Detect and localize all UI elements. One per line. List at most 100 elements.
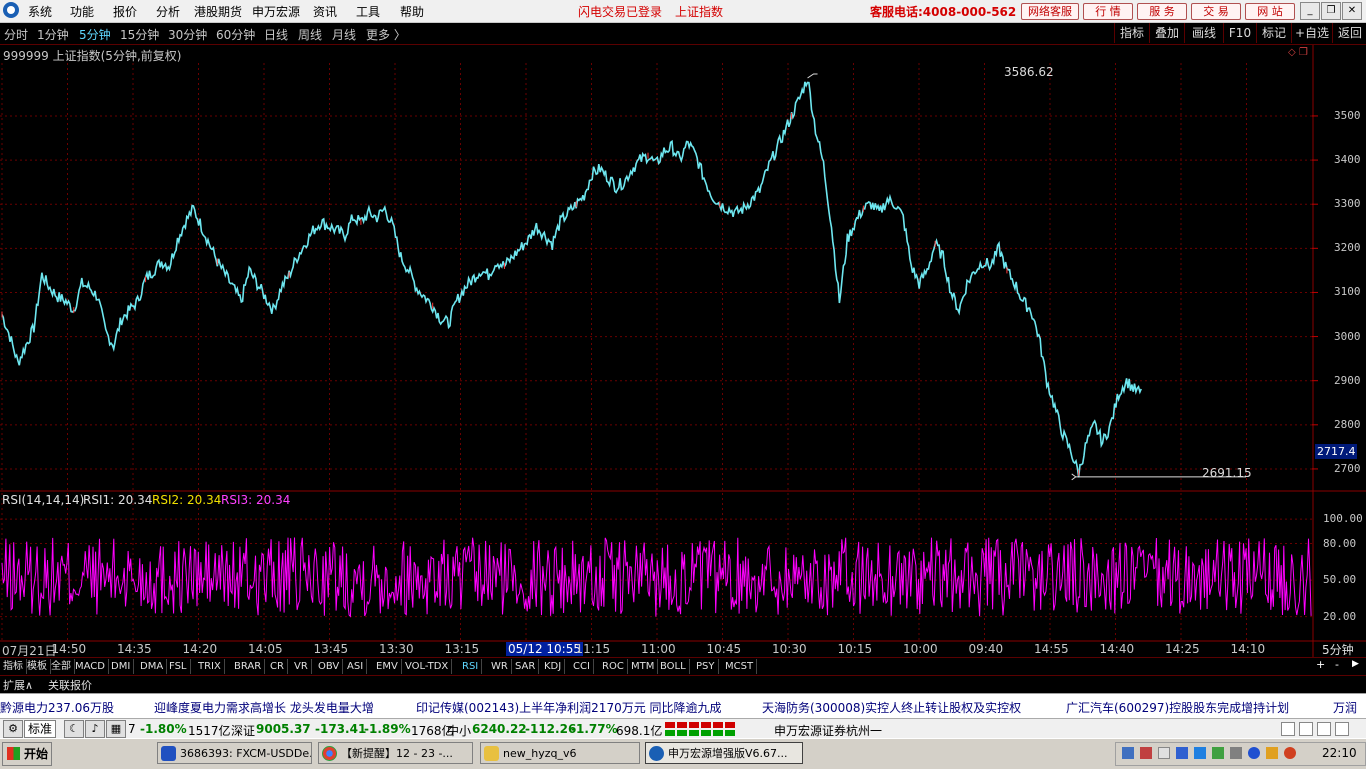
indicator-tab[interactable]: VR bbox=[291, 659, 312, 674]
tray-icon[interactable] bbox=[1176, 747, 1188, 759]
menu-function[interactable]: 功能 bbox=[70, 3, 94, 20]
f10-button[interactable]: F10 bbox=[1223, 23, 1256, 43]
menu-help[interactable]: 帮助 bbox=[400, 3, 424, 20]
speaker-icon[interactable]: ♪ bbox=[85, 720, 105, 738]
status-icon-4[interactable] bbox=[1335, 722, 1349, 736]
night-mode-icon[interactable]: ☾ bbox=[64, 720, 84, 738]
period-30min[interactable]: 30分钟 bbox=[168, 26, 207, 43]
tray-icon[interactable] bbox=[1158, 747, 1170, 759]
news-item[interactable]: 广汇汽车(600297)控股股东完成增持计划 bbox=[1066, 699, 1289, 716]
scroll-right-button[interactable]: ▶ bbox=[1352, 659, 1359, 669]
menu-info[interactable]: 资讯 bbox=[313, 3, 337, 20]
period-weekly[interactable]: 周线 bbox=[298, 26, 322, 43]
indicator-tab[interactable]: MCST bbox=[722, 659, 758, 674]
indicator-tab[interactable]: MTM bbox=[628, 659, 659, 674]
close-icon[interactable]: ✕ bbox=[1342, 2, 1362, 20]
indicator-tab[interactable]: BOLL bbox=[657, 659, 690, 674]
indicator-tab[interactable]: OBV bbox=[315, 659, 344, 674]
indicator-tab[interactable]: ROC bbox=[599, 659, 628, 674]
period-daily[interactable]: 日线 bbox=[264, 26, 288, 43]
indicator-tab[interactable]: PSY bbox=[693, 659, 719, 674]
period-monthly[interactable]: 月线 bbox=[332, 26, 356, 43]
draw-tool-button[interactable]: 画线 bbox=[1184, 23, 1223, 43]
login-status: 闪电交易已登录 bbox=[578, 5, 663, 19]
keyboard-icon[interactable]: ▦ bbox=[106, 720, 126, 738]
indicator-tab[interactable]: ASI bbox=[344, 659, 368, 674]
period-more[interactable]: 更多 〉 bbox=[366, 26, 406, 43]
related-quote-button[interactable]: 关联报价 bbox=[48, 677, 92, 693]
menu-tools[interactable]: 工具 bbox=[356, 3, 380, 20]
overlay-tool-button[interactable]: 叠加 bbox=[1149, 23, 1184, 43]
news-item[interactable]: 迎峰度夏电力需求高增长 龙头发电量大增 bbox=[154, 699, 374, 716]
indicator-tool-button[interactable]: 指标 bbox=[1114, 23, 1149, 43]
zoom-in-button[interactable]: + bbox=[1316, 658, 1325, 671]
chart-area[interactable]: 999999 上证指数(5分钟,前复权) ◇ ❐ 3586.62 2691.15… bbox=[0, 45, 1366, 657]
period-60min[interactable]: 60分钟 bbox=[216, 26, 255, 43]
indicator-tab[interactable]: EMV bbox=[373, 659, 402, 674]
period-tick[interactable]: 分时 bbox=[4, 26, 28, 43]
status-icon-1[interactable] bbox=[1281, 722, 1295, 736]
time-tick-label: 14:05 bbox=[248, 642, 283, 656]
tray-icon[interactable] bbox=[1284, 747, 1296, 759]
tray-icon[interactable] bbox=[1194, 747, 1206, 759]
bluetooth-icon[interactable] bbox=[1248, 747, 1260, 759]
indicator-tab[interactable]: CCI bbox=[570, 659, 594, 674]
tray-icon[interactable] bbox=[1212, 747, 1224, 759]
indicator-tab[interactable]: BRAR bbox=[231, 659, 266, 674]
add-watchlist-button[interactable]: +自选 bbox=[1291, 23, 1332, 43]
indicator-tab[interactable]: WR bbox=[488, 659, 512, 674]
expand-button[interactable]: 扩展∧ bbox=[3, 677, 33, 693]
back-button[interactable]: 返回 bbox=[1332, 23, 1366, 43]
news-item[interactable]: 印记传媒(002143)上半年净利润2170万元 同比降逾九成 bbox=[416, 699, 722, 716]
restore-icon[interactable]: ❐ bbox=[1321, 2, 1341, 20]
menu-analysis[interactable]: 分析 bbox=[156, 3, 180, 20]
menu-quote[interactable]: 报价 bbox=[113, 3, 137, 20]
mark-button[interactable]: 标记 bbox=[1256, 23, 1291, 43]
indicator-tab[interactable]: DMA bbox=[137, 659, 168, 674]
status-icon-2[interactable] bbox=[1299, 722, 1313, 736]
settings-icon[interactable]: ⚙ bbox=[3, 720, 23, 738]
news-item[interactable]: 黔源电力237.06万股 bbox=[0, 699, 114, 716]
news-item[interactable]: 天海防务(300008)实控人终止转让股权及实控权 bbox=[762, 699, 1021, 716]
zoom-out-button[interactable]: - bbox=[1335, 658, 1339, 671]
task-fxcm[interactable]: 3686393: FXCM-USDDe... bbox=[157, 742, 312, 764]
kline-chart[interactable] bbox=[0, 45, 1366, 657]
indicator-tab[interactable]: KDJ bbox=[541, 659, 566, 674]
indicator-tab[interactable]: RSI bbox=[459, 659, 483, 674]
status-icon-3[interactable] bbox=[1317, 722, 1331, 736]
tray-icon[interactable] bbox=[1122, 747, 1134, 759]
indicator-tab[interactable]: SAR bbox=[512, 659, 540, 674]
indicator-tab[interactable]: VOL-TDX bbox=[402, 659, 453, 674]
indicator-tab[interactable]: CR bbox=[267, 659, 288, 674]
tray-icon[interactable] bbox=[1230, 747, 1242, 759]
indicator-tab[interactable]: DMI bbox=[108, 659, 135, 674]
indicator-tab[interactable]: MACD bbox=[72, 659, 109, 674]
news-item[interactable]: 万润 bbox=[1333, 699, 1357, 716]
indicator-tab[interactable]: 全部 bbox=[48, 659, 75, 674]
start-button[interactable]: 开始 bbox=[2, 742, 52, 766]
indicator-tab[interactable]: 指标 bbox=[0, 659, 27, 674]
trade-button[interactable]: 交 易 bbox=[1191, 3, 1241, 20]
period-15min[interactable]: 15分钟 bbox=[120, 26, 159, 43]
menu-hk-futures[interactable]: 港股期货 bbox=[194, 3, 242, 20]
minimize-icon[interactable]: _ bbox=[1300, 2, 1320, 20]
market-button[interactable]: 行 情 bbox=[1083, 3, 1133, 20]
indicator-tab[interactable]: TRIX bbox=[195, 659, 225, 674]
chart-settings-icon[interactable]: ◇ ❐ bbox=[1288, 47, 1308, 58]
period-1min[interactable]: 1分钟 bbox=[37, 26, 69, 43]
tray-icon[interactable] bbox=[1266, 747, 1278, 759]
website-button[interactable]: 网 站 bbox=[1245, 3, 1295, 20]
task-reminder[interactable]: 【新提醒】12 - 23 -... bbox=[318, 742, 473, 764]
menu-swhy[interactable]: 申万宏源 bbox=[252, 3, 300, 20]
mode-label[interactable]: 标准 bbox=[24, 720, 57, 738]
task-folder[interactable]: new_hyzq_v6 bbox=[480, 742, 640, 764]
online-service-button[interactable]: 网络客服 bbox=[1021, 3, 1079, 20]
tray-icon[interactable] bbox=[1140, 747, 1152, 759]
menu-system[interactable]: 系统 bbox=[28, 3, 52, 20]
task-swhy[interactable]: 申万宏源增强版V6.67... bbox=[645, 742, 803, 764]
period-5min[interactable]: 5分钟 bbox=[79, 26, 111, 43]
indicator-tab[interactable]: FSL bbox=[166, 659, 191, 674]
indicator-tab[interactable]: 模板 bbox=[24, 659, 51, 674]
broker-label: 申万宏源证券杭州一 bbox=[774, 724, 883, 738]
service-button[interactable]: 服 务 bbox=[1137, 3, 1187, 20]
